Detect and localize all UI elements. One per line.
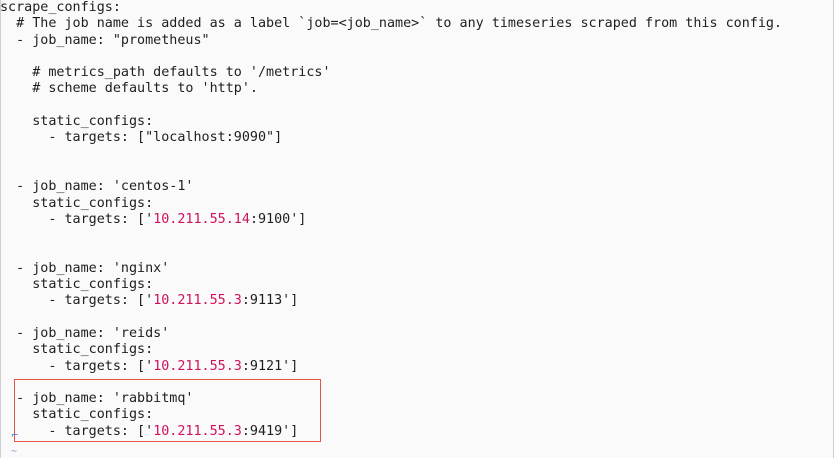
code-line: - targets: ["localhost:9090"]	[0, 130, 834, 146]
code-text: - job_name: 'nginx'	[0, 260, 170, 276]
code-line: - job_name: 'centos-1'	[0, 179, 834, 195]
code-line: static_configs:	[0, 277, 834, 293]
terminal-window: scrape_configs: # The job name is added …	[0, 0, 834, 458]
target-port: :9113']	[241, 293, 299, 309]
code-text: # The job name is added as a label `job=…	[0, 16, 782, 32]
code-line: - targets: ['10.211.55.14:9100']	[0, 212, 834, 228]
code-text: - job_name: "prometheus"	[0, 32, 210, 48]
target-port: :9121']	[241, 358, 299, 374]
code-text: # scheme defaults to 'http'.	[0, 81, 258, 97]
code-line: static_configs:	[0, 196, 834, 212]
code-text: - targets: ['	[0, 211, 154, 227]
code-line: - targets: ['10.211.55.3:9113']	[0, 293, 834, 309]
code-text: static_configs:	[0, 277, 154, 293]
target-port: :9100']	[249, 211, 307, 227]
code-text: - targets: ['	[0, 358, 154, 374]
code-line: - job_name: "prometheus"	[0, 33, 834, 49]
code-text: scrape_configs:	[0, 0, 121, 15]
code-text: - job_name: 'reids'	[0, 325, 170, 341]
code-text: - targets: ['	[0, 293, 154, 309]
cursor-marker-icon: ⌐	[11, 431, 19, 441]
code-text: - targets: ["localhost:9090"]	[0, 130, 283, 146]
code-line: static_configs:	[0, 342, 834, 358]
code-text: static_configs:	[0, 114, 154, 130]
code-line: - targets: ['10.211.55.3:9121']	[0, 359, 834, 375]
empty-line-marker: ~	[11, 446, 18, 457]
code-line: - job_name: 'reids'	[0, 326, 834, 342]
target-ip: 10.211.55.3	[153, 293, 242, 309]
code-text: - job_name: 'centos-1'	[0, 179, 194, 195]
code-line: # metrics_path defaults to '/metrics'	[0, 65, 834, 81]
code-text: static_configs:	[0, 342, 154, 358]
highlight-rabbitmq-block	[14, 379, 321, 442]
code-line: - job_name: 'nginx'	[0, 261, 834, 277]
config-editor[interactable]: scrape_configs: # The job name is added …	[0, 0, 834, 440]
code-line: static_configs:	[0, 114, 834, 130]
target-ip: 10.211.55.3	[153, 358, 242, 374]
code-text: static_configs:	[0, 195, 154, 211]
code-line: # The job name is added as a label `job=…	[0, 16, 834, 32]
target-ip: 10.211.55.14	[153, 211, 250, 227]
code-line: scrape_configs:	[0, 0, 834, 16]
code-line: # scheme defaults to 'http'.	[0, 81, 834, 97]
code-text: # metrics_path defaults to '/metrics'	[0, 65, 331, 81]
